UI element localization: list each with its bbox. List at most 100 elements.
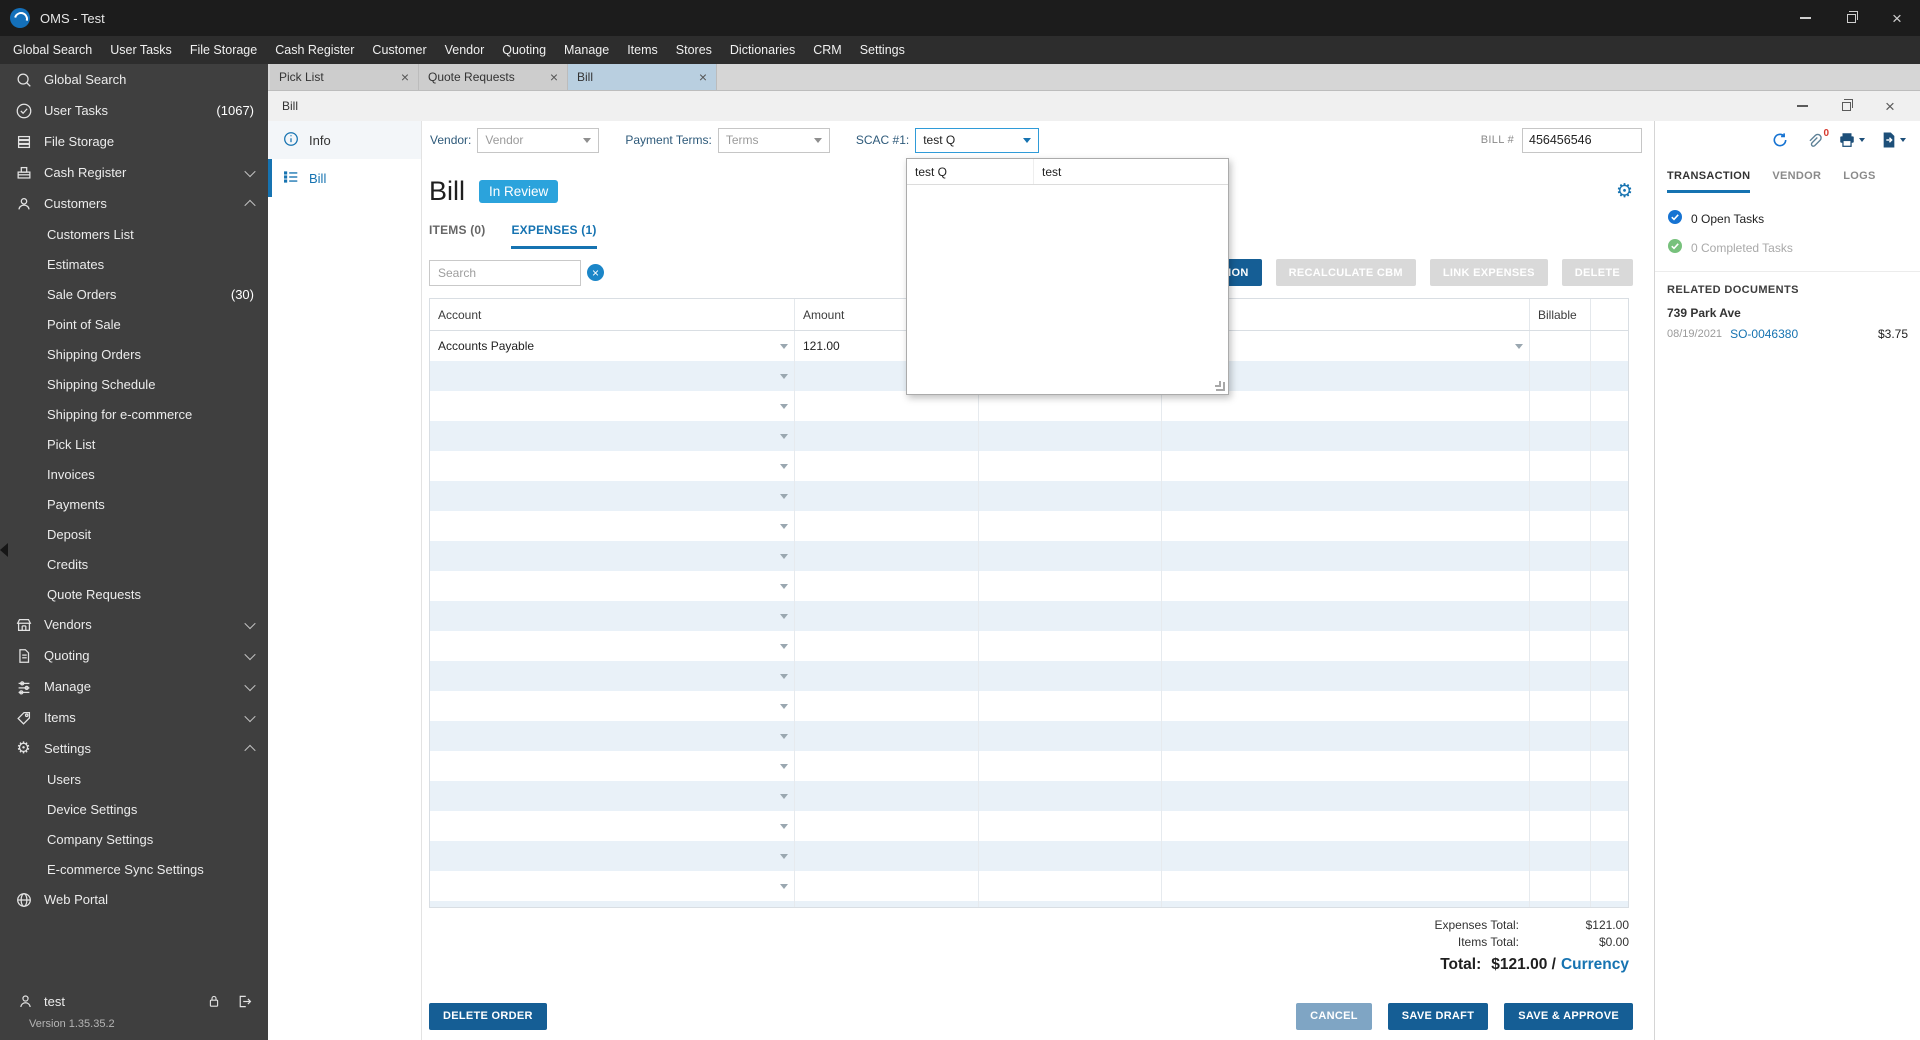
sidebar-item-settings[interactable]: ⚙ Settings	[0, 733, 268, 764]
account-cell[interactable]	[430, 751, 795, 781]
expense-empty-row[interactable]	[430, 541, 1628, 571]
sidebar-item-users[interactable]: Users	[0, 764, 268, 794]
account-cell[interactable]	[430, 451, 795, 481]
menu-cash-register[interactable]: Cash Register	[266, 43, 363, 57]
menu-global-search[interactable]: Global Search	[4, 43, 101, 57]
expense-empty-row[interactable]	[430, 661, 1628, 691]
menu-manage[interactable]: Manage	[555, 43, 618, 57]
related-document-link[interactable]: SO-0046380	[1730, 327, 1798, 341]
account-cell[interactable]	[430, 871, 795, 901]
delete-order-button[interactable]: DELETE ORDER	[429, 1002, 547, 1030]
account-cell[interactable]	[430, 901, 795, 907]
sidebar-item-device-settings[interactable]: Device Settings	[0, 794, 268, 824]
menu-vendor[interactable]: Vendor	[436, 43, 494, 57]
link-expenses-button[interactable]: LINK EXPENSES	[1429, 259, 1548, 286]
sidebar-item-estimates[interactable]: Estimates	[0, 249, 268, 279]
settings-gear-icon[interactable]: ⚙	[1616, 182, 1633, 201]
expense-empty-row[interactable]	[430, 901, 1628, 907]
print-icon[interactable]	[1838, 131, 1865, 149]
account-cell[interactable]	[430, 481, 795, 511]
sidebar-item-user-tasks[interactable]: User Tasks (1067)	[0, 95, 268, 126]
expense-empty-row[interactable]	[430, 601, 1628, 631]
save-approve-button[interactable]: SAVE & APPROVE	[1504, 1002, 1633, 1030]
logout-icon[interactable]	[235, 992, 254, 1011]
sidebar-item-point-of-sale[interactable]: Point of Sale	[0, 309, 268, 339]
sidebar-item-payments[interactable]: Payments	[0, 489, 268, 519]
clear-search-icon[interactable]: ×	[587, 264, 604, 281]
tab-items[interactable]: ITEMS (0)	[429, 223, 485, 249]
sidebar-item-shipping-orders[interactable]: Shipping Orders	[0, 339, 268, 369]
expense-empty-row[interactable]	[430, 571, 1628, 601]
recalculate-cbm-button[interactable]: RECALCULATE CBM	[1275, 259, 1416, 286]
sidebar-item-cash-register[interactable]: Cash Register	[0, 157, 268, 188]
account-cell[interactable]	[430, 571, 795, 601]
scac-option-row[interactable]: test Q test	[907, 159, 1228, 185]
expense-empty-row[interactable]	[430, 841, 1628, 871]
minimize-button[interactable]	[1780, 91, 1824, 121]
expense-empty-row[interactable]	[430, 871, 1628, 901]
expense-empty-row[interactable]	[430, 511, 1628, 541]
bill-number-input[interactable]	[1522, 127, 1642, 153]
nav-item-bill[interactable]: Bill	[268, 159, 421, 197]
sidebar-item-shipping-schedule[interactable]: Shipping Schedule	[0, 369, 268, 399]
menu-quoting[interactable]: Quoting	[493, 43, 555, 57]
sidebar-item-deposit[interactable]: Deposit	[0, 519, 268, 549]
attachment-icon[interactable]: 0	[1805, 128, 1829, 149]
sidebar-collapse-icon[interactable]	[0, 543, 8, 557]
account-cell[interactable]	[430, 391, 795, 421]
export-document-icon[interactable]	[1881, 131, 1906, 149]
sidebar-item-customers-list[interactable]: Customers List	[0, 219, 268, 249]
expense-empty-row[interactable]	[430, 451, 1628, 481]
account-cell[interactable]	[430, 841, 795, 871]
expense-empty-row[interactable]	[430, 421, 1628, 451]
sidebar-item-shipping-ecommerce[interactable]: Shipping for e-commerce	[0, 399, 268, 429]
restore-button[interactable]	[1824, 91, 1868, 121]
expense-empty-row[interactable]	[430, 391, 1628, 421]
account-cell[interactable]	[430, 781, 795, 811]
sidebar-item-invoices[interactable]: Invoices	[0, 459, 268, 489]
sidebar-item-sale-orders[interactable]: Sale Orders (30)	[0, 279, 268, 309]
menu-stores[interactable]: Stores	[667, 43, 721, 57]
tab-transaction[interactable]: TRANSACTION	[1667, 170, 1751, 193]
refresh-icon[interactable]	[1771, 131, 1789, 149]
delete-button[interactable]: DELETE	[1561, 259, 1633, 286]
search-input[interactable]	[429, 259, 581, 286]
account-cell[interactable]	[430, 601, 795, 631]
menu-customer[interactable]: Customer	[363, 43, 435, 57]
sidebar-item-global-search[interactable]: Global Search	[0, 64, 268, 95]
minimize-button[interactable]	[1782, 0, 1828, 36]
expense-empty-row[interactable]	[430, 811, 1628, 841]
account-cell[interactable]	[430, 421, 795, 451]
sidebar-item-vendors[interactable]: Vendors	[0, 609, 268, 640]
resize-grip-icon[interactable]	[1215, 381, 1225, 391]
account-cell[interactable]	[430, 631, 795, 661]
tab-close-icon[interactable]: ×	[401, 70, 409, 84]
tab-pick-list[interactable]: Pick List ×	[270, 64, 419, 90]
tab-bill[interactable]: Bill ×	[568, 64, 717, 90]
restore-button[interactable]	[1828, 0, 1874, 36]
sidebar-item-ecommerce-sync-settings[interactable]: E-commerce Sync Settings	[0, 854, 268, 884]
payment-terms-select[interactable]: Terms	[717, 127, 830, 153]
expense-empty-row[interactable]	[430, 781, 1628, 811]
account-cell[interactable]	[430, 541, 795, 571]
close-button[interactable]: ×	[1874, 0, 1920, 36]
sidebar-item-customers[interactable]: Customers	[0, 188, 268, 219]
account-cell[interactable]	[430, 511, 795, 541]
tab-quote-requests[interactable]: Quote Requests ×	[419, 64, 568, 90]
tab-vendor[interactable]: VENDOR	[1772, 170, 1821, 193]
account-cell[interactable]	[430, 721, 795, 751]
expense-empty-row[interactable]	[430, 631, 1628, 661]
tab-close-icon[interactable]: ×	[699, 70, 707, 84]
menu-crm[interactable]: CRM	[804, 43, 850, 57]
menu-user-tasks[interactable]: User Tasks	[101, 43, 181, 57]
tab-expenses[interactable]: EXPENSES (1)	[511, 223, 597, 249]
nav-item-info[interactable]: Info	[268, 121, 421, 159]
sidebar-item-items[interactable]: Items	[0, 702, 268, 733]
tab-close-icon[interactable]: ×	[550, 70, 558, 84]
lock-icon[interactable]	[204, 992, 223, 1011]
menu-items[interactable]: Items	[618, 43, 667, 57]
menu-file-storage[interactable]: File Storage	[181, 43, 266, 57]
cancel-button[interactable]: CANCEL	[1296, 1002, 1372, 1030]
currency-link[interactable]: Currency	[1561, 956, 1629, 974]
expense-empty-row[interactable]	[430, 721, 1628, 751]
